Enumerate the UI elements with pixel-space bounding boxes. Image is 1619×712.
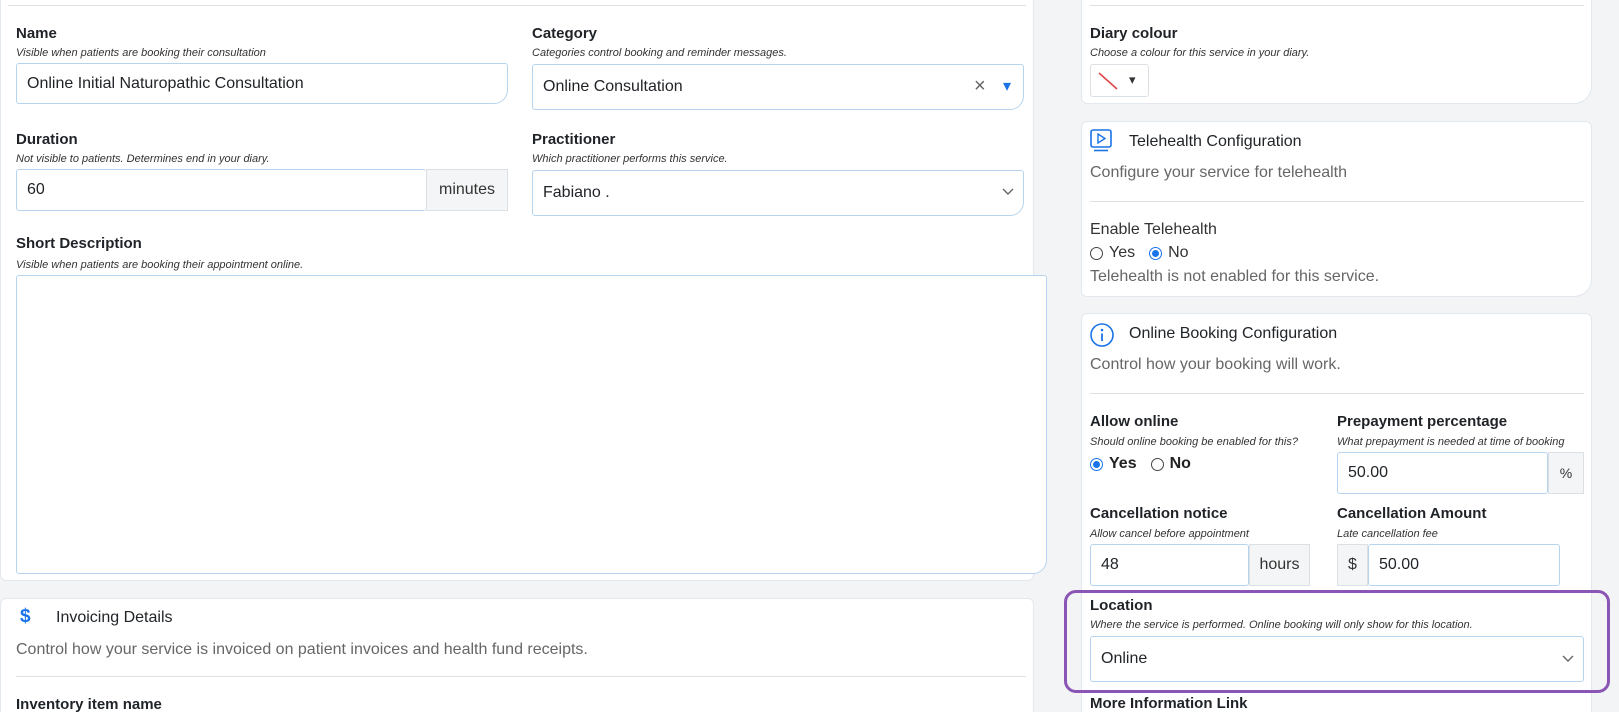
chevron-down-icon[interactable]: [1001, 187, 1015, 197]
telehealth-no-label: No: [1168, 244, 1189, 261]
no-colour-swatch-icon: [1098, 72, 1118, 90]
telehealth-status: Telehealth is not enabled for this servi…: [1090, 268, 1380, 285]
allow-online-no-label: No: [1169, 455, 1191, 472]
chevron-down-icon: ▾: [1129, 72, 1136, 87]
dollar-icon: $: [20, 606, 31, 627]
invoicing-description: Control how your service is invoiced on …: [16, 641, 588, 658]
short-description-label: Short Description: [16, 235, 142, 252]
location-value: Online: [1101, 650, 1148, 667]
info-icon: [1090, 323, 1114, 347]
name-value: Online Initial Naturopathic Consultation: [27, 74, 304, 92]
prepayment-hint: What prepayment is needed at time of boo…: [1337, 436, 1565, 448]
location-label: Location: [1090, 597, 1153, 614]
clear-icon[interactable]: ×: [974, 75, 986, 98]
colour-picker[interactable]: ▾: [1090, 64, 1149, 97]
cancellation-notice-input[interactable]: 48: [1090, 544, 1249, 586]
practitioner-select[interactable]: Fabiano .: [532, 170, 1024, 216]
telehealth-yes-radio[interactable]: [1090, 246, 1103, 260]
category-hint: Categories control booking and reminder …: [532, 47, 787, 59]
diary-top-divider: [1090, 5, 1584, 6]
telehealth-title: Telehealth Configuration: [1129, 133, 1302, 150]
cancellation-notice-value: 48: [1101, 556, 1119, 573]
chevron-down-icon[interactable]: ▾: [1003, 76, 1011, 96]
cancellation-notice-unit: hours: [1249, 544, 1310, 586]
cancellation-amount-label: Cancellation Amount: [1337, 505, 1487, 522]
telehealth-yes-label: Yes: [1109, 244, 1136, 261]
top-divider: [8, 5, 1026, 6]
telehealth-no-radio[interactable]: [1149, 246, 1163, 260]
diary-colour-label: Diary colour: [1090, 25, 1178, 42]
diary-colour-hint: Choose a colour for this service in your…: [1090, 47, 1310, 59]
name-label: Name: [16, 25, 57, 42]
allow-online-no-radio[interactable]: [1150, 457, 1164, 471]
inventory-label: Inventory item name: [16, 696, 162, 712]
video-play-icon: [1090, 129, 1112, 152]
practitioner-hint: Which practitioner performs this service…: [532, 153, 728, 165]
online-booking-description: Control how your booking will work.: [1090, 356, 1341, 373]
short-description-hint: Visible when patients are booking their …: [16, 259, 304, 271]
prepayment-unit: %: [1548, 452, 1584, 494]
category-value: Online Consultation: [543, 78, 683, 95]
allow-online-label: Allow online: [1090, 413, 1179, 430]
chevron-down-icon[interactable]: [1561, 654, 1575, 664]
allow-online-radio-group: Yes No: [1090, 455, 1191, 473]
practitioner-value: Fabiano .: [543, 184, 610, 201]
category-label: Category: [532, 25, 598, 42]
short-description-textarea[interactable]: [16, 275, 1047, 574]
name-hint: Visible when patients are booking their …: [16, 47, 266, 59]
duration-label: Duration: [16, 131, 78, 148]
online-booking-divider: [1090, 393, 1584, 394]
practitioner-label: Practitioner: [532, 131, 616, 148]
duration-hint: Not visible to patients. Determines end …: [16, 153, 270, 165]
allow-online-yes-radio[interactable]: [1090, 457, 1103, 471]
cancellation-amount-input[interactable]: 50.00: [1368, 544, 1560, 586]
cancellation-notice-hint: Allow cancel before appointment: [1090, 528, 1249, 540]
duration-input[interactable]: 60: [16, 169, 426, 211]
prepayment-value: 50.00: [1348, 464, 1389, 481]
prepayment-label: Prepayment percentage: [1337, 413, 1508, 430]
allow-online-hint: Should online booking be enabled for thi…: [1090, 436, 1298, 448]
name-input[interactable]: Online Initial Naturopathic Consultation: [16, 63, 508, 104]
duration-value: 60: [27, 181, 45, 198]
cancellation-amount-hint: Late cancellation fee: [1337, 528, 1438, 540]
cancellation-notice-label: Cancellation notice: [1090, 505, 1228, 522]
telehealth-divider: [1090, 201, 1584, 202]
location-select[interactable]: Online: [1090, 636, 1584, 682]
telehealth-radio-group: Yes No: [1090, 244, 1189, 262]
category-select[interactable]: Online Consultation × ▾: [532, 64, 1024, 110]
online-booking-title: Online Booking Configuration: [1129, 325, 1338, 342]
duration-unit: minutes: [426, 169, 508, 211]
telehealth-description: Configure your service for telehealth: [1090, 164, 1348, 181]
enable-telehealth-label: Enable Telehealth: [1090, 221, 1217, 238]
cancellation-amount-value: 50.00: [1379, 556, 1420, 573]
allow-online-yes-label: Yes: [1109, 455, 1137, 472]
invoicing-title: Invoicing Details: [56, 609, 173, 626]
invoicing-divider: [16, 676, 1026, 677]
location-hint: Where the service is performed. Online b…: [1090, 619, 1473, 631]
cancellation-amount-currency: $: [1337, 544, 1368, 586]
more-info-link-label: More Information Link: [1090, 695, 1248, 712]
prepayment-input[interactable]: 50.00: [1337, 452, 1548, 494]
